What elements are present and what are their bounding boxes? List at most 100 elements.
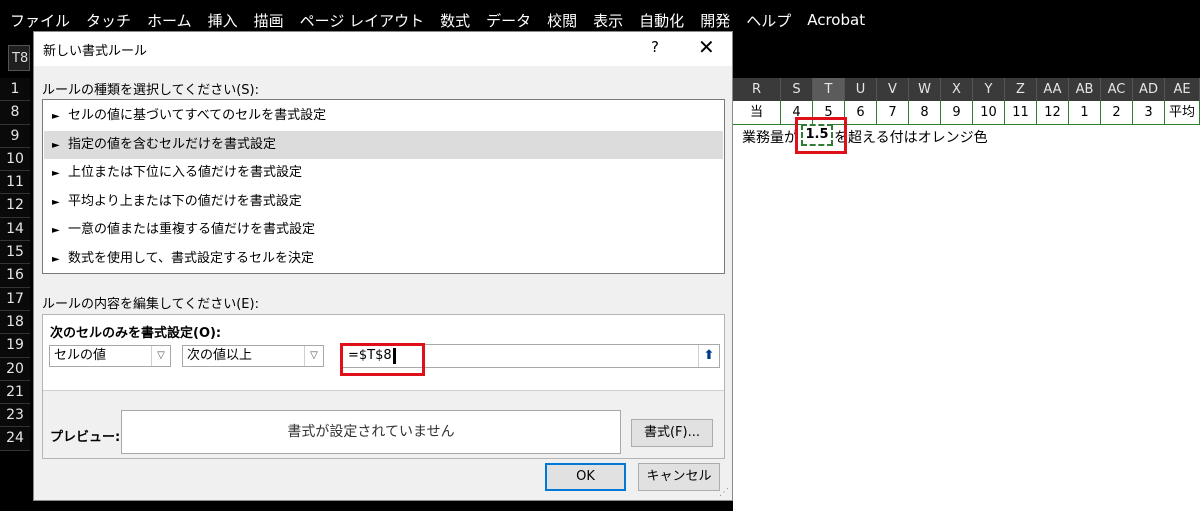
dialog-title: 新しい書式ルール [43, 44, 148, 59]
ribbon-tab[interactable]: 数式 [440, 10, 470, 31]
rule-type-item[interactable]: ► 上位または下位に入る値だけを書式設定 [44, 159, 723, 187]
column-header[interactable]: Y [973, 78, 1005, 101]
ribbon-tab[interactable]: データ [486, 10, 531, 31]
rule-type-list[interactable]: ► セルの値に基づいてすべてのセルを書式設定 ► 指定の値を含むセルだけを書式設定 ► 上… [42, 99, 725, 274]
triangle-right-icon: ► [52, 196, 60, 208]
rule-type-item[interactable]: ► セルの値に基づいてすべてのセルを書式設定 [44, 102, 723, 130]
rule-type-item[interactable]: ► 平均より上または下の値だけを書式設定 [44, 188, 723, 216]
ribbon-tab[interactable]: ファイル [10, 10, 70, 31]
ribbon-tab[interactable]: 挿入 [208, 10, 238, 31]
triangle-right-icon: ► [52, 111, 60, 122]
row1-cell[interactable]: 7 [877, 101, 909, 125]
row1-cell[interactable]: 8 [909, 101, 941, 125]
row1-cell[interactable]: 9 [941, 101, 973, 125]
ribbon-tab[interactable]: タッチ [86, 10, 131, 31]
row-header[interactable]: 20 [0, 357, 30, 381]
row-header[interactable]: 12 [0, 194, 30, 218]
column-header[interactable]: U [845, 78, 877, 101]
column-header[interactable]: S [781, 78, 813, 101]
operator-dropdown-value: 次の値以上 [187, 348, 253, 363]
triangle-right-icon: ► [52, 168, 60, 179]
row1-cell[interactable]: 10 [973, 101, 1005, 125]
ribbon-tab[interactable]: 校閲 [547, 10, 577, 31]
rule-type-label: 数式を使用して、書式設定するセルを決定 [68, 250, 314, 266]
chevron-down-icon: ▽ [304, 346, 323, 366]
row-header[interactable]: 16 [0, 264, 30, 288]
column-header[interactable]: AB [1069, 78, 1101, 101]
row-header[interactable]: 23 [0, 404, 30, 428]
note-text-suffix: を超える付はオレンジ色 [834, 130, 988, 146]
triangle-right-icon: ► [52, 139, 60, 151]
preview-box: 書式が設定されていません [121, 410, 621, 454]
divider [43, 390, 724, 391]
row1-cell[interactable]: 1 [1069, 101, 1101, 125]
format-button[interactable]: 書式(F)... [631, 419, 713, 447]
highlight-box-cell [795, 117, 847, 154]
column-header[interactable]: Z [1005, 78, 1037, 101]
row-header[interactable]: 17 [0, 287, 30, 311]
note-text-prefix: 業務量が [742, 130, 798, 146]
collapse-dialog-icon[interactable]: ⬆ [698, 345, 719, 367]
ribbon-tab[interactable]: 描画 [254, 10, 284, 31]
operator-dropdown[interactable]: 次の値以上 ▽ [182, 345, 324, 367]
row-header[interactable]: 1 [0, 78, 30, 102]
column-header[interactable]: AA [1037, 78, 1069, 101]
column-header[interactable]: V [877, 78, 909, 101]
triangle-right-icon: ► [52, 225, 60, 236]
rule-type-item[interactable]: ► 数式を使用して、書式設定するセルを決定 [44, 245, 723, 273]
rule-type-label: 平均より上または下の値だけを書式設定 [68, 193, 302, 209]
row1-cell[interactable]: 11 [1005, 101, 1037, 125]
sheet-cells-area[interactable] [733, 125, 1200, 511]
dialog-title-bar[interactable]: 新しい書式ルール ? ✕ [34, 32, 732, 66]
row-header[interactable]: 10 [0, 147, 30, 172]
column-header[interactable]: X [941, 78, 973, 101]
row-header[interactable]: 11 [0, 171, 30, 195]
row-header[interactable]: 9 [0, 124, 30, 148]
row1-cell[interactable]: 3 [1133, 101, 1165, 125]
row1-cell[interactable]: 2 [1101, 101, 1133, 125]
ok-button[interactable]: OK [545, 463, 626, 491]
ribbon-tab[interactable]: 開発 [700, 10, 730, 31]
ribbon-tab[interactable]: ホーム [147, 10, 192, 31]
column-header[interactable]: AE [1165, 78, 1200, 101]
row1-cell[interactable]: 12 [1037, 101, 1069, 125]
column-header[interactable]: AC [1101, 78, 1133, 101]
row1-cell[interactable]: 当 [733, 101, 781, 125]
ribbon-tab[interactable]: ヘルプ [746, 10, 791, 31]
row-header[interactable]: 8 [0, 101, 30, 125]
resize-grip-icon[interactable]: ⋰ [719, 487, 729, 498]
ribbon-tab[interactable]: Acrobat [807, 11, 865, 29]
row-header[interactable]: 18 [0, 310, 30, 335]
column-header[interactable]: AD [1133, 78, 1165, 101]
ribbon-tab[interactable]: 自動化 [639, 10, 684, 31]
column-header[interactable]: T [813, 78, 845, 101]
preview-label: プレビュー: [50, 430, 121, 445]
row-header[interactable]: 24 [0, 427, 30, 451]
row1-cell[interactable]: 平均 [1165, 101, 1200, 125]
row-header[interactable]: 21 [0, 380, 30, 405]
rule-edit-top: 次のセルのみを書式設定(O): セルの値 ▽ 次の値以上 ▽ =$T$8 ⬆ [43, 315, 724, 390]
rule-type-label: 一意の値または重複する値だけを書式設定 [68, 222, 316, 237]
close-icon[interactable]: ✕ [698, 35, 715, 59]
row-headers: 1 8 9 10 11 12 14 15 16 17 18 19 20 21 23 24 [0, 78, 30, 451]
edit-rule-label: ルールの内容を編集してください(E): [42, 297, 259, 312]
row-header[interactable]: 15 [0, 241, 30, 265]
rule-type-label: 上位または下位に入る値だけを書式設定 [68, 165, 303, 180]
rule-type-item[interactable]: ► 一意の値または重複する値だけを書式設定 [44, 216, 723, 244]
cell-value-dropdown-value: セルの値 [54, 348, 107, 363]
row-header[interactable]: 14 [0, 217, 30, 242]
row-header[interactable]: 19 [0, 334, 30, 358]
new-format-rule-dialog: 新しい書式ルール ? ✕ ルールの種類を選択してください(S): ► セルの値に基… [33, 31, 733, 501]
rule-type-item[interactable]: ► 指定の値を含むセルだけを書式設定 [44, 130, 723, 159]
help-icon[interactable]: ? [651, 38, 659, 56]
row1-cell[interactable]: 6 [845, 101, 877, 125]
name-box[interactable]: T8 [8, 45, 30, 71]
select-rule-type-label: ルールの種類を選択してください(S): [42, 83, 259, 98]
ribbon-tab[interactable]: ページ レイアウト [300, 10, 424, 31]
column-header[interactable]: W [909, 78, 941, 101]
ribbon-tab[interactable]: 表示 [593, 10, 623, 31]
rule-type-label: 指定の値を含むセルだけを書式設定 [68, 136, 277, 152]
column-header[interactable]: R [733, 78, 781, 101]
cell-value-dropdown[interactable]: セルの値 ▽ [49, 345, 171, 367]
cancel-button[interactable]: キャンセル [638, 463, 720, 491]
